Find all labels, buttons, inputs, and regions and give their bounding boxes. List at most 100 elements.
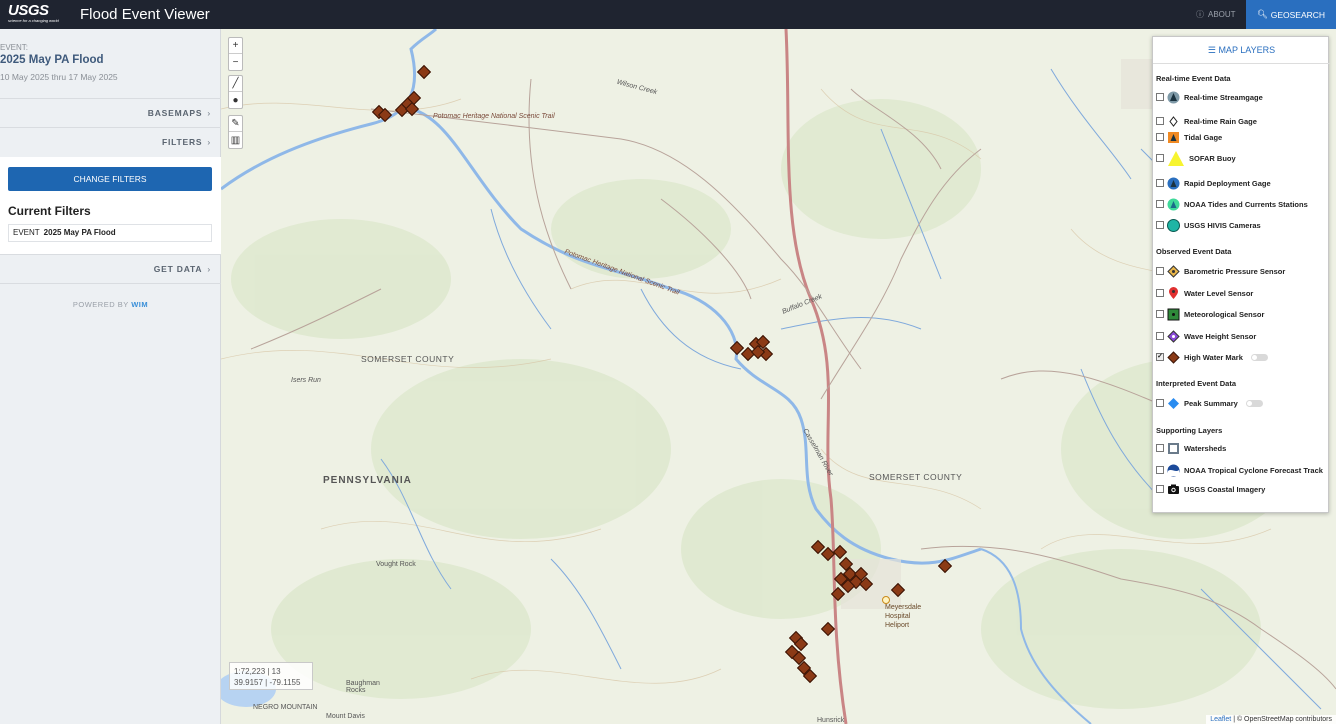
draw-line-button[interactable]: ╱ (229, 76, 242, 92)
delete-button[interactable]: ▥ (229, 132, 242, 148)
divider (0, 283, 221, 284)
layer-cyclone[interactable]: NOAA Tropical Cyclone Forecast Track (1156, 462, 1323, 478)
county-label: SOMERSET COUNTY (869, 472, 963, 482)
layer-met[interactable]: Meteorological Sensor (1156, 306, 1264, 322)
map-label: Vought Rock (376, 561, 416, 568)
scale-text: 1:72,223 | 13 (234, 667, 281, 676)
layer-water-level[interactable]: Water Level Sensor (1156, 285, 1253, 301)
layer-checkbox[interactable] (1156, 466, 1164, 474)
layer-hivis[interactable]: USGS HIVIS Cameras (1156, 217, 1261, 233)
layer-checkbox[interactable] (1156, 117, 1164, 125)
section-observed: Observed Event Data (1156, 247, 1232, 256)
edit-icon: ✎ (231, 118, 240, 129)
layer-wave[interactable]: Wave Height Sensor (1156, 328, 1256, 344)
hivis-camera-icon (1167, 218, 1180, 232)
layer-checkbox[interactable] (1156, 444, 1164, 452)
layer-checkbox[interactable]: ✓ (1156, 353, 1164, 361)
marker-icon: ● (232, 94, 239, 106)
layer-rapid[interactable]: Rapid Deployment Gage (1156, 175, 1271, 191)
divider (1153, 63, 1330, 64)
layer-sofar[interactable]: SOFAR Buoy (1156, 150, 1236, 166)
map-layers-panel: ☰ MAP LAYERS Real-time Event Data Real-t… (1152, 36, 1330, 513)
wave-height-sensor-icon (1167, 329, 1180, 343)
layer-checkbox[interactable] (1156, 179, 1164, 187)
layer-coastal[interactable]: USGS Coastal Imagery (1156, 481, 1265, 497)
map-label: Hunsrick (817, 717, 845, 724)
usgs-logo[interactable]: USGS science for a changing world (8, 3, 64, 25)
chevron-right-icon: › (207, 137, 211, 147)
powered-by: POWERED BY WIM (72, 300, 149, 309)
layer-checkbox[interactable] (1156, 310, 1164, 318)
rapid-deployment-icon (1167, 177, 1180, 190)
heliport-icon[interactable] (882, 596, 890, 604)
get-data-toggle[interactable]: GET DATA › (0, 254, 221, 283)
leaflet-link[interactable]: Leaflet (1210, 716, 1231, 723)
trash-icon: ▥ (230, 134, 241, 146)
county-label: SOMERSET COUNTY (361, 354, 455, 364)
polyline-icon: ╱ (232, 78, 239, 89)
change-filters-button[interactable]: CHANGE FILTERS (8, 167, 212, 191)
chevron-right-icon: › (207, 108, 211, 118)
cluster-toggle[interactable] (1250, 353, 1268, 361)
current-filters-title: Current Filters (8, 204, 91, 218)
meteorological-sensor-icon (1167, 308, 1180, 321)
layer-streamgage[interactable]: Real-time Streamgage (1156, 89, 1263, 105)
basemaps-toggle[interactable]: BASEMAPS › (0, 98, 221, 127)
layer-checkbox[interactable] (1156, 154, 1164, 162)
map-canvas[interactable]: Potomac Heritage National Scenic Trail P… (221, 29, 1336, 724)
about-link[interactable]: ⓘ ABOUT (1196, 9, 1236, 20)
noaa-tides-icon (1167, 198, 1180, 211)
top-navbar: USGS science for a changing world Flood E… (0, 0, 1336, 29)
layer-baro[interactable]: Barometric Pressure Sensor (1156, 263, 1285, 279)
map-layers-title[interactable]: ☰ MAP LAYERS (1153, 45, 1330, 56)
draw-toolbar: ╱ ● (228, 75, 243, 109)
event-name: 2025 May PA Flood (0, 54, 104, 66)
map-label: Mount Davis (326, 713, 365, 720)
layer-checkbox[interactable] (1156, 200, 1164, 208)
draw-marker-button[interactable]: ● (229, 92, 242, 108)
search-icon: 🔍︎ (1256, 9, 1268, 19)
layer-raingage[interactable]: Real-time Rain Gage (1156, 113, 1257, 129)
layer-peak[interactable]: Peak Summary (1156, 395, 1263, 411)
layer-checkbox[interactable] (1156, 485, 1164, 493)
filter-chip: EVENT 2025 May PA Flood (8, 224, 212, 242)
cluster-toggle[interactable] (1245, 399, 1263, 407)
map-label: NEGRO MOUNTAIN (253, 704, 318, 711)
section-interpreted: Interpreted Event Data (1156, 379, 1237, 388)
edit-toolbar: ✎ ▥ (228, 115, 243, 149)
sidebar: EVENT: 2025 May PA Flood 10 May 2025 thr… (0, 29, 221, 724)
layer-hwm[interactable]: ✓ High Water Mark (1156, 349, 1268, 365)
layer-watersheds[interactable]: Watersheds (1156, 440, 1226, 456)
layer-checkbox[interactable] (1156, 267, 1164, 275)
high-water-mark-icon (1167, 350, 1180, 364)
heliport-label: Meyersdale Hospital Heliport (885, 604, 922, 629)
zoom-out-button[interactable]: − (229, 54, 242, 70)
layer-checkbox[interactable] (1156, 133, 1164, 141)
layer-checkbox[interactable] (1156, 399, 1164, 407)
zoom-control: + − (228, 37, 243, 71)
event-dates: 10 May 2025 thru 17 May 2025 (0, 72, 118, 82)
filters-toggle[interactable]: FILTERS › (0, 127, 221, 156)
scale-coords-box: 1:72,223 | 13 39.9157 | -79.1155 (229, 662, 313, 690)
sofar-buoy-icon (1167, 150, 1185, 166)
map-label: Potomac Heritage National Scenic Trail (433, 113, 555, 120)
app-title: Flood Event Viewer (80, 6, 210, 23)
layer-checkbox[interactable] (1156, 221, 1164, 229)
layer-checkbox[interactable] (1156, 93, 1164, 101)
layer-tidal[interactable]: Tidal Gage (1156, 129, 1222, 145)
barometric-sensor-icon (1167, 264, 1180, 278)
layer-checkbox[interactable] (1156, 332, 1164, 340)
layer-checkbox[interactable] (1156, 289, 1164, 297)
map-label: Baughman Rocks (346, 680, 380, 694)
list-icon: ☰ (1207, 45, 1219, 55)
layer-noaa-tides[interactable]: NOAA Tides and Currents Stations (1156, 196, 1308, 212)
state-label: PENNSYLVANIA (323, 475, 412, 486)
streamgage-icon (1167, 91, 1180, 104)
geosearch-button[interactable]: 🔍︎ GEOSEARCH (1246, 0, 1336, 29)
section-realtime: Real-time Event Data (1156, 74, 1231, 83)
filter-panel: CHANGE FILTERS Current Filters EVENT 2025… (0, 157, 221, 254)
section-supporting: Supporting Layers (1156, 426, 1223, 435)
raingage-icon (1167, 115, 1180, 128)
zoom-in-button[interactable]: + (229, 38, 242, 54)
edit-button[interactable]: ✎ (229, 116, 242, 132)
